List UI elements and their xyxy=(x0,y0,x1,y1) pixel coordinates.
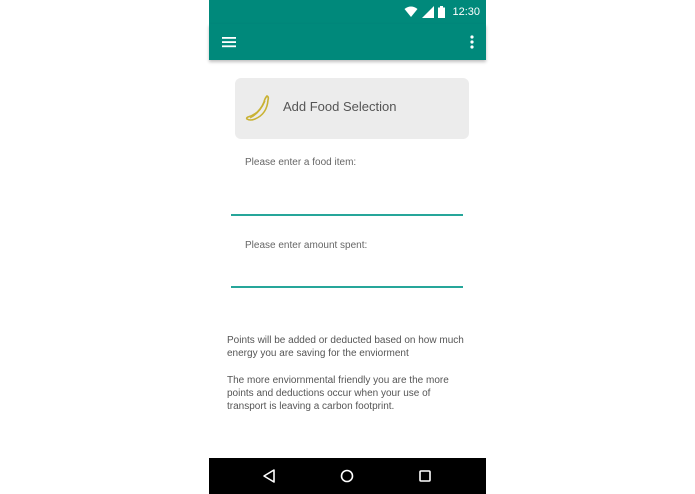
environment-info-text: The more enviornmental friendly you are … xyxy=(227,375,449,412)
cell-signal-icon xyxy=(422,6,435,18)
food-item-input[interactable] xyxy=(231,192,463,216)
back-triangle-icon[interactable] xyxy=(261,468,277,484)
app-bar xyxy=(209,24,486,60)
status-icons: 12:30 xyxy=(404,4,480,20)
add-food-selection-label: Add Food Selection xyxy=(283,99,397,114)
status-time: 12:30 xyxy=(452,6,480,18)
amount-spent-label: Please enter amount spent: xyxy=(245,240,368,251)
navigation-bar xyxy=(209,458,486,494)
recents-square-icon[interactable] xyxy=(417,468,433,484)
wifi-icon xyxy=(404,6,418,17)
battery-icon xyxy=(438,6,446,18)
banana-icon xyxy=(245,95,270,121)
phone-screen: 12:30 Add Food Selection Please enter a … xyxy=(209,0,486,494)
status-bar: 12:30 xyxy=(209,0,486,24)
points-info-text: Points will be added or deducted based o… xyxy=(227,335,464,359)
hamburger-menu-icon[interactable] xyxy=(221,34,239,50)
add-food-selection-button[interactable]: Add Food Selection xyxy=(235,78,469,139)
more-vert-icon[interactable] xyxy=(462,32,476,52)
home-circle-icon[interactable] xyxy=(339,468,355,484)
food-item-label: Please enter a food item: xyxy=(245,157,357,168)
amount-spent-input[interactable] xyxy=(231,264,463,288)
